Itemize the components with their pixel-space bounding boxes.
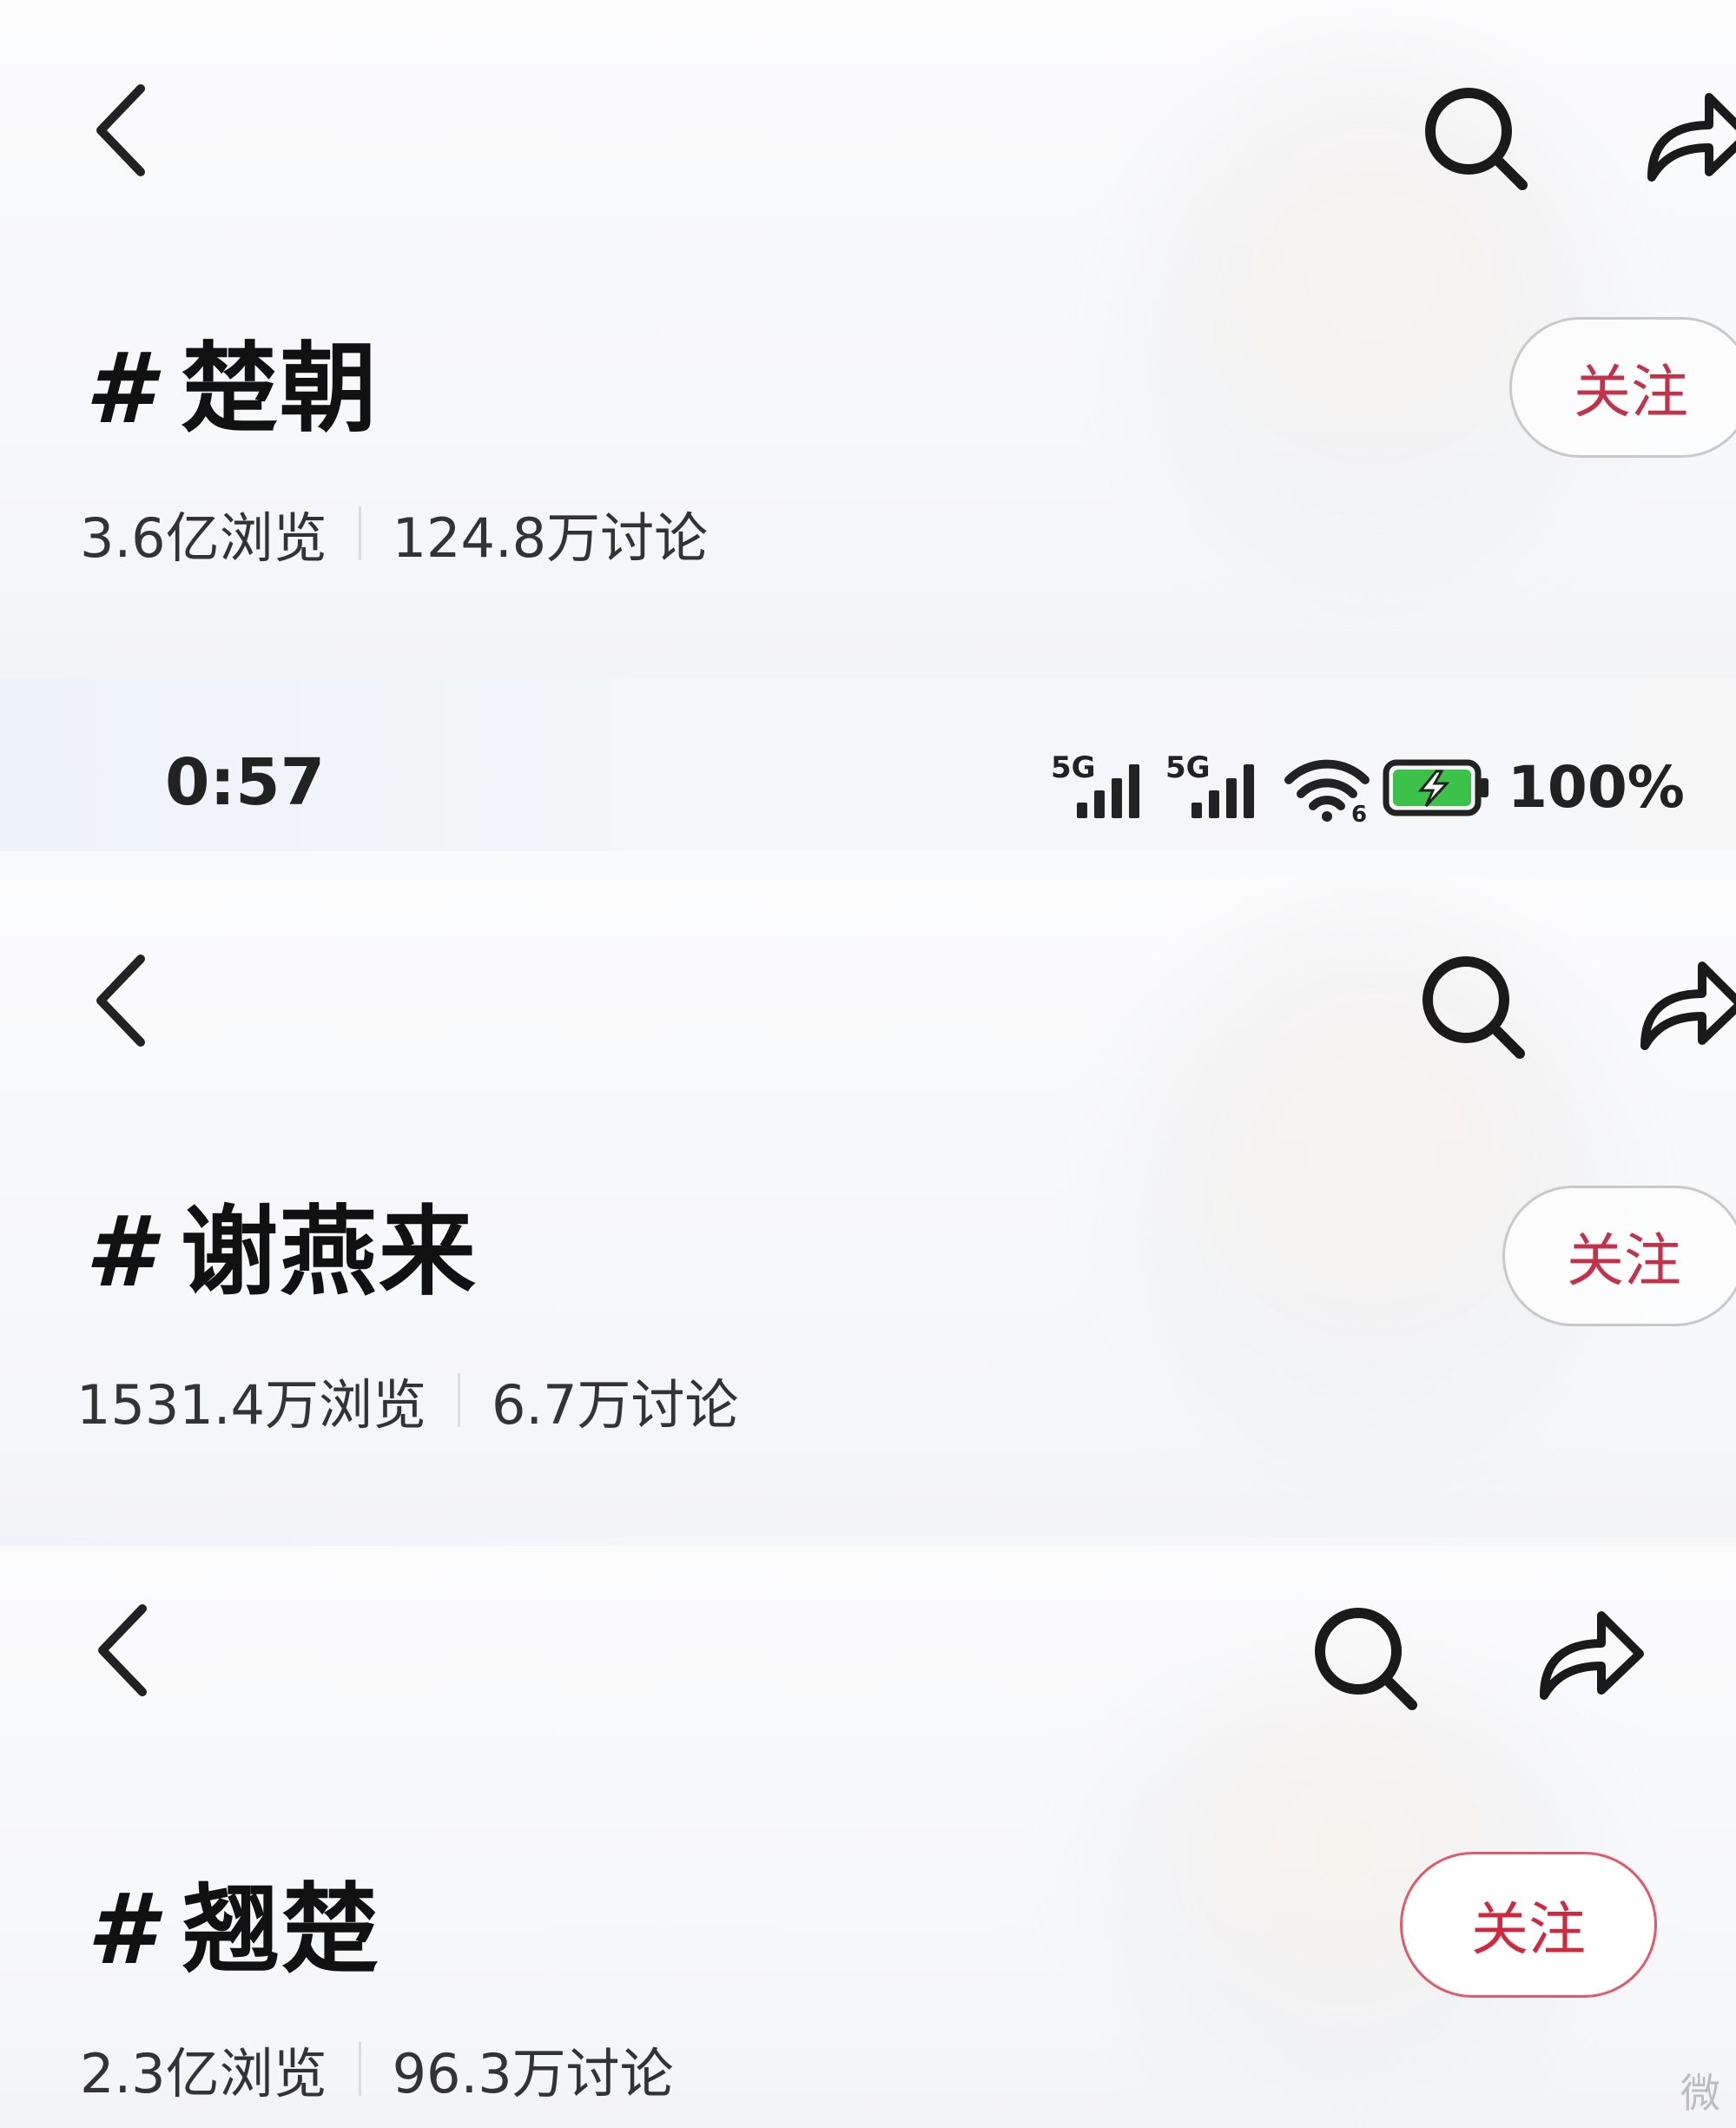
hashtag-symbol: # — [85, 1196, 155, 1309]
topic-stats: 1531.4万浏览 6.7万讨论 — [76, 1364, 739, 1437]
share-arrow-icon — [1540, 1611, 1644, 1700]
back-button[interactable] — [87, 78, 156, 182]
battery-icon — [1383, 759, 1488, 816]
topic-title-text: 翘楚 — [182, 1874, 380, 1986]
share-arrow-icon — [1647, 93, 1736, 182]
views-count: 1531.4万浏览 — [76, 1373, 426, 1437]
chevron-left-icon — [98, 1604, 147, 1696]
sim2-signal-icon: 5G — [1165, 750, 1270, 823]
follow-button-label: 关注 — [1471, 1896, 1586, 1963]
hashtag-symbol: # — [87, 1874, 156, 1986]
follow-button-label: 关注 — [1574, 359, 1688, 426]
share-arrow-icon — [1640, 962, 1736, 1050]
status-icons: 5G 5G 6 100% — [1051, 745, 1685, 829]
back-button[interactable] — [89, 1598, 158, 1702]
chevron-left-icon — [96, 955, 145, 1047]
follow-button-label: 关注 — [1567, 1227, 1681, 1294]
hashtag-symbol: # — [85, 333, 155, 446]
topic-title: # 楚朝 — [85, 328, 379, 450]
stats-divider — [358, 2042, 361, 2096]
follow-button[interactable]: 关注 — [1400, 1852, 1657, 1998]
sim1-signal-icon: 5G — [1051, 750, 1155, 823]
battery-percent: 100% — [1508, 753, 1685, 821]
topic-panel-3: # 翘楚 关注 2.3亿浏览 96.3万讨论 微 — [0, 1546, 1736, 2128]
search-button[interactable] — [1310, 1603, 1422, 1715]
share-button[interactable] — [1633, 948, 1736, 1061]
topic-panel-2: # 谢燕来 关注 1531.4万浏览 6.7万讨论 — [0, 877, 1736, 1537]
topic-stats: 2.3亿浏览 96.3万讨论 — [80, 2032, 674, 2105]
search-icon — [1422, 956, 1525, 1059]
watermark: 微 — [1680, 2070, 1720, 2117]
search-icon — [1425, 88, 1528, 190]
topic-panel-1: # 楚朝 关注 3.6亿浏览 124.8万讨论 — [0, 0, 1736, 677]
topic-title: # 谢燕来 — [85, 1192, 478, 1313]
chevron-left-icon — [96, 84, 145, 176]
follow-button[interactable]: 关注 — [1502, 1186, 1736, 1326]
status-bar: 0:57 5G 5G 6 100% — [0, 730, 1736, 843]
share-button[interactable] — [1532, 1598, 1645, 1711]
stats-divider — [358, 506, 361, 560]
share-button[interactable] — [1640, 80, 1736, 193]
topic-stats: 3.6亿浏览 124.8万讨论 — [80, 497, 708, 570]
topic-title-text: 楚朝 — [180, 333, 379, 446]
views-count: 3.6亿浏览 — [80, 506, 327, 570]
views-count: 2.3亿浏览 — [80, 2042, 327, 2105]
discussion-count: 6.7万讨论 — [491, 1373, 739, 1437]
wifi-icon: 6 — [1284, 759, 1370, 823]
topic-title-text: 谢燕来 — [180, 1196, 478, 1309]
discussion-count: 124.8万讨论 — [392, 506, 709, 570]
search-button[interactable] — [1420, 83, 1533, 195]
back-button[interactable] — [87, 948, 156, 1053]
discussion-count: 96.3万讨论 — [392, 2042, 674, 2105]
status-time: 0:57 — [165, 745, 326, 820]
topic-title: # 翘楚 — [87, 1869, 380, 1991]
follow-button[interactable]: 关注 — [1509, 317, 1736, 458]
stats-divider — [457, 1373, 460, 1427]
wifi-badge: 6 — [1351, 802, 1367, 823]
search-button[interactable] — [1417, 951, 1530, 1064]
search-icon — [1315, 1608, 1417, 1710]
